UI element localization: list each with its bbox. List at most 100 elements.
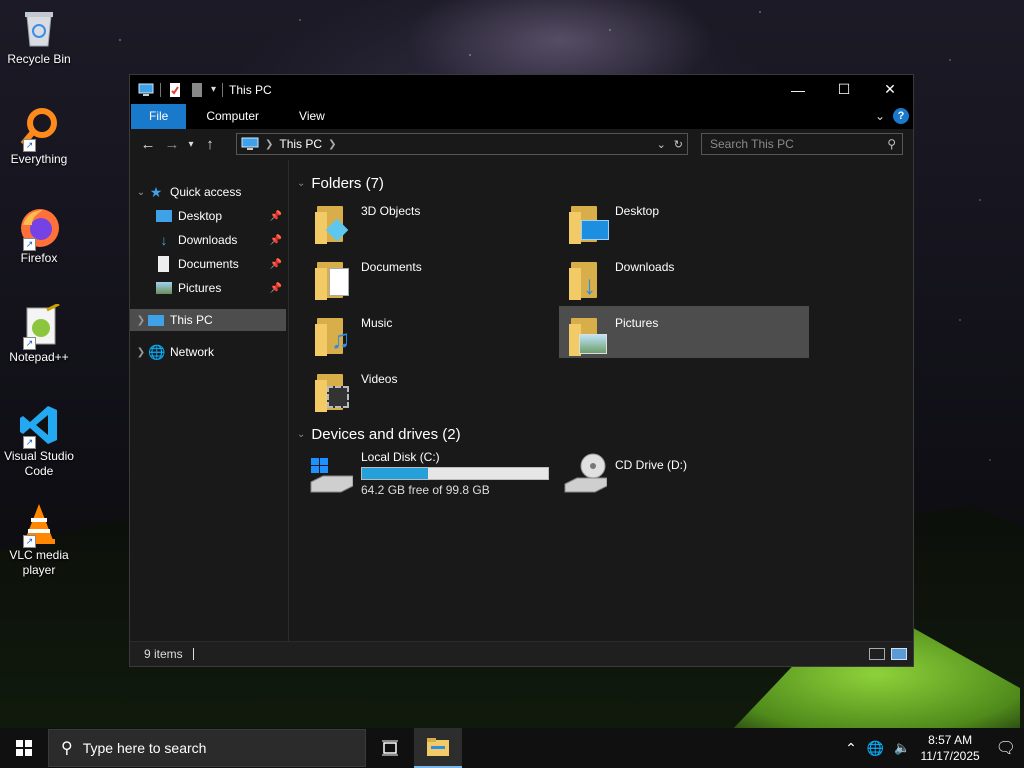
expanded-chevron-icon[interactable]: ⌄	[297, 178, 305, 189]
desktop-icon-notepadpp[interactable]: ↗ Notepad++	[4, 302, 74, 365]
search-placeholder[interactable]: Search This PC	[702, 137, 794, 151]
close-button[interactable]: ✕	[867, 75, 913, 104]
tab-view[interactable]: View	[279, 104, 345, 129]
drive-label: Local Disk (C:)	[361, 450, 440, 464]
help-icon[interactable]: ?	[893, 108, 909, 124]
desktop-icon-label: Firefox	[20, 251, 58, 265]
nav-item-documents[interactable]: Documents 📌	[130, 253, 286, 275]
desktop-icon-everything[interactable]: ↗ Everything	[4, 106, 74, 167]
properties-icon[interactable]	[167, 82, 183, 98]
collapsed-chevron-icon[interactable]: ❯	[134, 347, 148, 358]
refresh-icon[interactable]: ↻	[674, 138, 683, 151]
breadcrumb-separator-icon[interactable]: ❯	[265, 139, 273, 150]
tab-computer[interactable]: Computer	[186, 104, 279, 129]
cd-drive-icon	[563, 450, 608, 496]
folder-music[interactable]: ♫ Music	[309, 310, 559, 362]
tab-file[interactable]: File	[131, 104, 187, 129]
details-view-icon[interactable]	[869, 648, 885, 660]
desktop-icon-recycle-bin[interactable]: Recycle Bin	[4, 6, 74, 67]
nav-item-network[interactable]: ❯ 🌐 Network	[130, 341, 286, 363]
separator	[160, 82, 161, 97]
nav-item-quick-access[interactable]: ⌄ ★ Quick access	[130, 181, 286, 203]
drive-cd-d[interactable]: CD Drive (D:)	[563, 450, 687, 496]
desktop-icon-label: VLC media player	[9, 548, 69, 577]
desktop-icon-vlc[interactable]: ↗ VLC media player	[4, 502, 74, 578]
nav-item-this-pc[interactable]: ❯ This PC	[130, 309, 286, 331]
windows-logo-icon	[16, 740, 32, 756]
desktop-icon-vscode[interactable]: ↗ Visual Studio Code	[4, 403, 74, 479]
breadcrumb-this-pc[interactable]: This PC	[279, 137, 322, 151]
taskbar-search-box[interactable]: ⚲ Type here to search	[48, 729, 366, 767]
large-icons-view-icon[interactable]	[891, 648, 907, 660]
back-arrow-icon[interactable]: ←	[136, 136, 160, 153]
desktop-icon-label: Visual Studio Code	[4, 449, 74, 478]
folders-group-header[interactable]: ⌄ Folders (7)	[297, 175, 384, 192]
recent-locations-icon[interactable]: ▾	[184, 139, 198, 150]
up-arrow-icon[interactable]: ↑	[198, 136, 222, 153]
shortcut-arrow-icon: ↗	[23, 238, 36, 251]
shortcut-arrow-icon: ↗	[23, 337, 36, 350]
pictures-folder-icon	[569, 314, 609, 358]
forward-arrow-icon[interactable]: →	[160, 136, 184, 153]
nav-item-pictures[interactable]: Pictures 📌	[130, 277, 286, 299]
shortcut-arrow-icon: ↗	[23, 139, 36, 152]
desktop-icon-label: Recycle Bin	[7, 52, 71, 66]
hard-drive-icon	[309, 450, 354, 496]
folder-label: Desktop	[615, 204, 660, 218]
expand-ribbon-icon[interactable]: ⌄	[875, 109, 885, 123]
address-dropdown-icon[interactable]: ⌄	[657, 138, 666, 151]
folder-downloads[interactable]: ↓ Downloads	[563, 254, 813, 306]
navigation-pane[interactable]: ⌄ ★ Quick access Desktop 📌 ↓ Downloads 📌…	[130, 160, 289, 642]
volume-muted-icon[interactable]: 🔈	[894, 740, 910, 756]
address-bar-actions: ⌄ ↻	[657, 138, 683, 151]
customize-toolbar-icon[interactable]: ▾	[211, 84, 216, 95]
group-title: Folders (7)	[311, 175, 384, 192]
nav-item-downloads[interactable]: ↓ Downloads 📌	[130, 229, 286, 251]
system-tray: ⌃ 🌐 🔈 8:57 AM 11/17/2025 🗨	[845, 732, 1016, 764]
folder-3d-objects[interactable]: 3D Objects	[309, 198, 559, 250]
nav-label: Network	[170, 345, 215, 359]
window-title: This PC	[229, 82, 272, 97]
taskbar: ⚲ Type here to search ⌃ 🌐 🔈 8:57 AM 11/1…	[0, 728, 1024, 768]
desktop-icon-firefox[interactable]: ↗ Firefox	[4, 205, 74, 266]
maximize-button[interactable]: ☐	[821, 75, 867, 104]
nav-label: Pictures	[178, 281, 222, 295]
folder-videos[interactable]: Videos	[309, 366, 559, 418]
document-icon	[158, 256, 169, 272]
folder-label: Downloads	[615, 260, 675, 274]
devices-group-header[interactable]: ⌄ Devices and drives (2)	[297, 426, 461, 443]
expanded-chevron-icon[interactable]: ⌄	[134, 187, 148, 198]
folder-label: Music	[361, 316, 393, 330]
folder-documents[interactable]: Documents	[309, 254, 559, 306]
start-button[interactable]	[0, 728, 48, 768]
search-box[interactable]: Search This PC ⚲	[701, 133, 903, 155]
folder-label: Pictures	[615, 316, 659, 330]
pictures-icon	[156, 282, 172, 294]
title-bar[interactable]: ▾ This PC — ☐ ✕	[130, 75, 913, 104]
clock[interactable]: 8:57 AM 11/17/2025	[921, 732, 980, 764]
folder-label: Documents	[361, 260, 422, 274]
shortcut-arrow-icon: ↗	[23, 436, 36, 449]
search-icon: ⚲	[61, 740, 73, 757]
notifications-icon[interactable]: 🗨	[996, 738, 1016, 758]
drive-usage-bar	[361, 467, 549, 480]
content-pane: ⌄ Folders (7) 3D Objects Desktop Documen…	[289, 160, 913, 642]
taskbar-file-explorer[interactable]	[414, 728, 462, 768]
task-view-button[interactable]	[366, 728, 414, 768]
breadcrumb-separator-icon[interactable]: ❯	[328, 139, 336, 150]
drive-local-disk-c[interactable]: Local Disk (C:) 64.2 GB free of 99.8 GB	[309, 450, 549, 497]
show-hidden-icons-icon[interactable]: ⌃	[845, 740, 857, 757]
network-status-icon[interactable]: 🌐	[867, 740, 884, 757]
network-icon: 🌐	[148, 344, 166, 360]
pin-icon: 📌	[269, 210, 282, 222]
taskbar-search-placeholder[interactable]: Type here to search	[83, 740, 207, 756]
address-bar[interactable]: ❯ This PC ❯ ⌄ ↻	[236, 133, 688, 155]
folder-desktop[interactable]: Desktop	[563, 198, 813, 250]
collapsed-chevron-icon[interactable]: ❯	[134, 315, 148, 326]
folder-pictures[interactable]: Pictures	[559, 306, 809, 358]
nav-item-desktop[interactable]: Desktop 📌	[130, 205, 286, 227]
clock-time: 8:57 AM	[928, 733, 973, 747]
expanded-chevron-icon[interactable]: ⌄	[297, 429, 305, 440]
minimize-button[interactable]: —	[775, 75, 821, 104]
new-folder-icon[interactable]	[189, 82, 205, 98]
